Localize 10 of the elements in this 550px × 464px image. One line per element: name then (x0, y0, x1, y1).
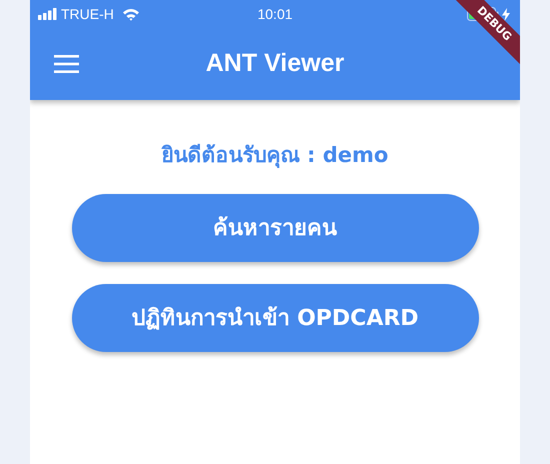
signal-icon (38, 8, 58, 20)
action-button[interactable]: ค้นหารายคน (72, 194, 478, 262)
wifi-icon (122, 8, 140, 20)
clock-time: 10:01 (257, 4, 293, 24)
app-title: ANT Viewer (206, 48, 344, 80)
carrier-label: TRUE-H (61, 4, 114, 24)
action-button[interactable]: ปฏิทินการนำเข้า OPDCARD (72, 284, 478, 352)
menu-icon (54, 55, 78, 73)
charging-bolt-icon (502, 8, 510, 20)
welcome-message: ยินดีต้อนรับคุณ : demo (162, 142, 388, 170)
